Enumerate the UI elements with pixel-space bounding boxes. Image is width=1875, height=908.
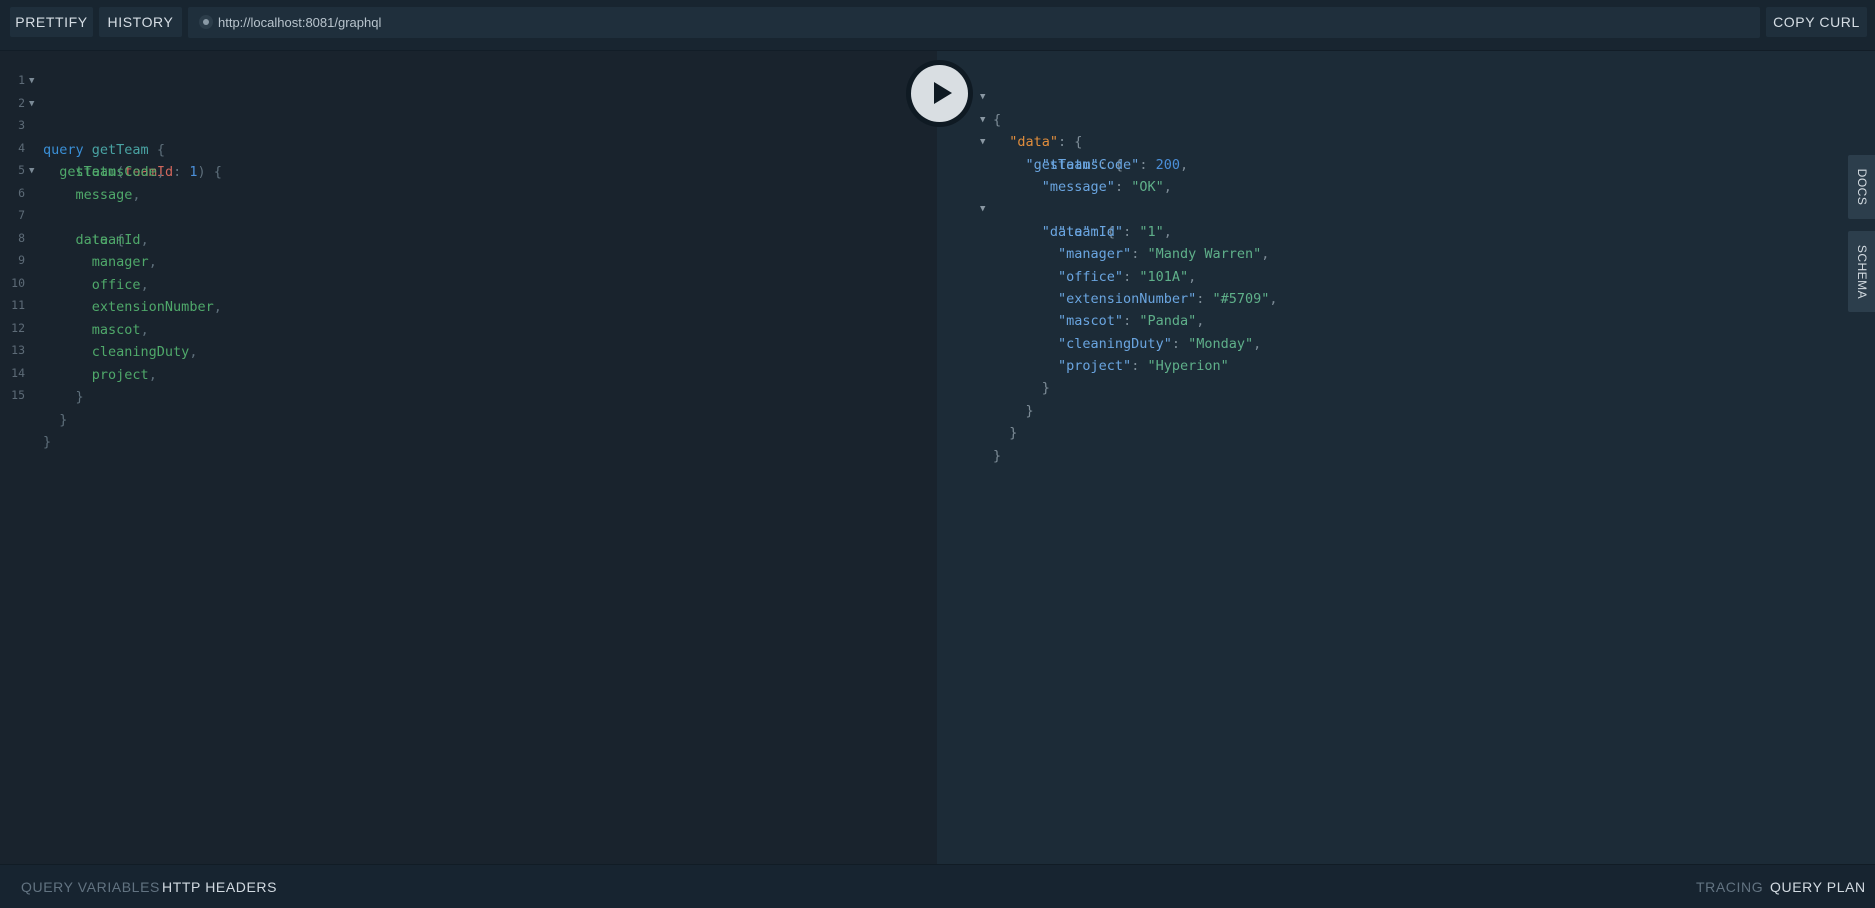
fold-arrow-icon[interactable]: ▼ [29,160,34,183]
json-key: "manager" [1058,246,1132,263]
json-line: "project": "Hyperion" [1058,358,1229,375]
bottom-bar: QUERY VARIABLES HTTP HEADERS TRACING QUE… [0,864,1875,908]
json-line: ▼ "data": { [937,176,1115,239]
code-line: 8 office, [0,229,149,293]
line-number: 7 [18,208,25,222]
json-key: "office" [1058,268,1124,285]
line-number: 11 [11,298,25,312]
query-field: office [91,276,141,293]
fold-arrow-icon[interactable]: ▼ [29,93,34,116]
json-line: "message": "OK", [1041,178,1172,195]
code-line: 10 mascot, [0,274,149,338]
connection-status-icon [199,15,213,29]
json-value: "101A" [1139,268,1189,285]
json-value: "1" [1139,223,1164,240]
json-line: "statusCode": 200, [1041,156,1189,173]
endpoint-url-input[interactable]: http://localhost:8081/graphql [188,7,1760,38]
query-plan-tab[interactable]: QUERY PLAN [1770,865,1866,908]
tracing-tab[interactable]: TRACING [1696,865,1763,908]
http-headers-tab[interactable]: HTTP HEADERS [162,865,277,908]
query-field: extensionNumber [91,299,214,315]
docs-tab-label: DOCS [1854,168,1869,206]
json-line: "manager": "Mandy Warren", [1058,246,1270,263]
code-line: 9 extensionNumber, [0,251,222,315]
query-editor[interactable]: 1 ▼ query getTeam { 2 ▼ getTeam(teamId: … [0,51,937,864]
fold-arrow-icon[interactable]: ▼ [29,70,34,93]
json-line: "teamId": "1", [1058,223,1172,240]
line-number: 2 [18,95,25,110]
json-key: "message" [1041,178,1115,195]
json-line: } [993,380,1050,397]
json-line: "mascot": "Panda", [1058,313,1205,330]
prettify-button[interactable]: PRETTIFY [10,7,93,37]
json-value: "Mandy Warren" [1147,246,1262,263]
line-number: 15 [11,388,25,402]
line-number: 1 [18,73,25,87]
line-number: 8 [18,230,25,245]
execute-query-button[interactable] [906,60,973,127]
query-variables-tab[interactable]: QUERY VARIABLES [21,865,160,908]
line-number: 9 [18,253,25,267]
json-key: "statusCode" [1041,156,1140,173]
history-button[interactable]: HISTORY [99,7,182,37]
json-line: } [993,447,1002,464]
query-field: mascot [91,321,141,338]
query-keyword: query [43,141,84,158]
code-line: 13 } [0,341,84,405]
json-line: "cleaningDuty": "Monday", [1058,335,1262,352]
code-line: 14 } [0,364,67,428]
query-field: project [91,366,149,383]
result-viewer[interactable]: ▼ { ▼ "data": { ▼ "getTeam": { "statusCo… [937,51,1875,864]
json-key: "data" [1009,134,1059,151]
top-toolbar: PRETTIFY HISTORY http://localhost:8081/g… [0,0,1875,51]
argument-value: 1 [189,164,198,180]
line-number: 13 [11,343,25,357]
line-number: 14 [11,365,25,380]
code-line: 4 message, [0,139,141,203]
line-number: 12 [11,320,25,335]
code-line: 12 project, [0,319,157,383]
json-value: "Panda" [1139,313,1197,330]
line-number: 5 [18,163,25,177]
line-number: 4 [18,140,25,155]
code-line: 7 manager, [0,206,157,270]
schema-tab-label: SCHEMA [1854,244,1869,299]
line-number: 6 [18,185,25,200]
copy-curl-button[interactable]: COPY CURL [1766,7,1867,37]
json-line: } [993,425,1018,442]
query-field: manager [91,254,149,270]
code-line: 2 ▼ getTeam(teamId: 1) { [0,93,222,181]
query-field: statusCode [75,164,157,180]
code-line: 6 teamId, [0,184,149,248]
docs-tab[interactable]: DOCS [1848,155,1875,219]
endpoint-url-text[interactable]: http://localhost:8081/graphql [218,7,381,38]
json-value: "#5709" [1212,290,1270,307]
line-number: 10 [11,275,25,290]
code-line: 15 } [0,386,51,450]
query-field: cleaningDuty [91,344,190,360]
operation-name: getTeam [91,141,149,158]
schema-tab[interactable]: SCHEMA [1848,231,1875,312]
query-code[interactable]: 1 ▼ query getTeam { 2 ▼ getTeam(teamId: … [0,70,222,450]
json-key: "cleaningDuty" [1058,335,1172,352]
query-field: message [75,186,133,203]
json-key: "teamId" [1058,223,1124,240]
json-line: "extensionNumber": "#5709", [1058,290,1278,307]
json-key: "project" [1058,358,1132,375]
code-line: 5 ▼ data { [0,160,124,248]
json-value: "OK" [1131,178,1164,195]
query-field: teamId [91,231,141,248]
code-line: 11 cleaningDuty, [0,296,197,360]
code-line: 3 statusCode, [0,116,165,180]
json-value: "Hyperion" [1147,358,1229,375]
json-value: 200 [1155,156,1180,173]
play-icon [911,65,968,122]
line-number: 3 [18,118,25,132]
json-key: "extensionNumber" [1058,290,1197,307]
json-line: "office": "101A", [1058,268,1197,285]
code-line: 1 ▼ query getTeam { [0,70,165,158]
json-key: "mascot" [1058,313,1124,330]
json-value: "Monday" [1188,335,1254,352]
json-line: } [993,402,1034,419]
